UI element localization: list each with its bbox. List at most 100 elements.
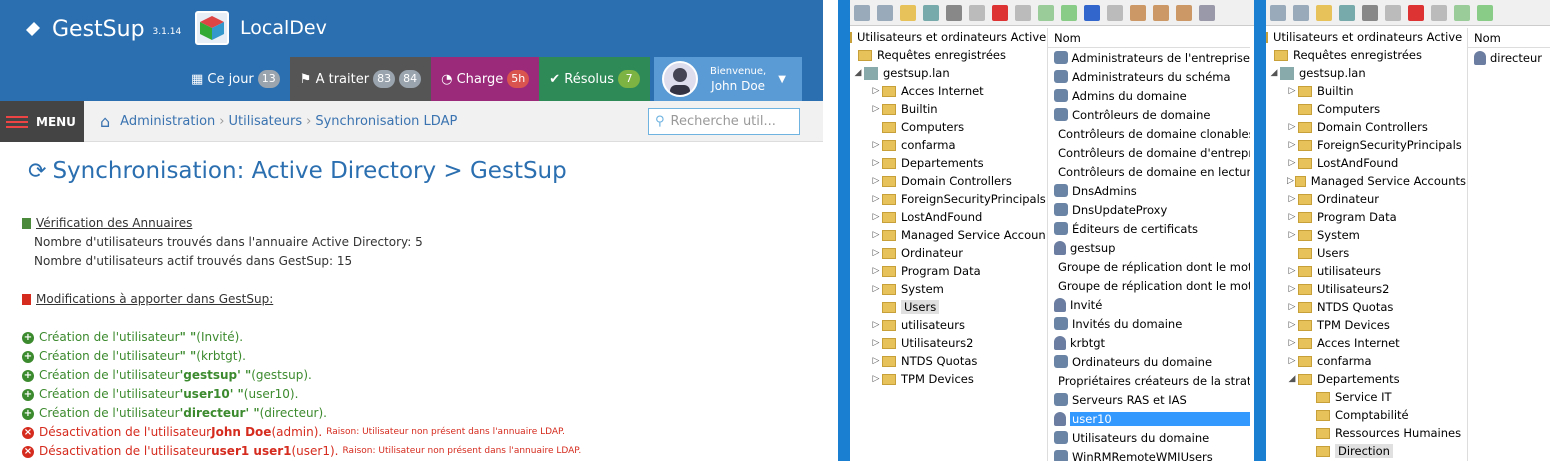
expand-arrow-icon[interactable]: ▷ [1286,122,1298,132]
expand-arrow-icon[interactable]: ▷ [1286,194,1298,204]
brand[interactable]: GestSup 3.1.14 [22,14,181,44]
tree-item-domain[interactable]: ◢ gestsup.lan [850,64,1046,82]
tree-item[interactable]: ▷ Managed Service Accoun [850,226,1046,244]
folder-up-icon[interactable] [900,4,916,21]
list-item[interactable]: Groupe de réplication dont le mot [1048,276,1250,295]
tree-item[interactable]: Ressources Humaines [1266,424,1466,442]
tree-item[interactable]: ▷ ForeignSecurityPrincipals [1266,136,1466,154]
expand-arrow-icon[interactable]: ▷ [870,176,882,186]
crumb-administration[interactable]: Administration [120,114,215,129]
tree-item[interactable]: ▷ Managed Service Accounts [1266,172,1466,190]
expand-arrow-icon[interactable]: ▷ [1286,266,1298,276]
list-item[interactable]: Propriétaires créateurs de la straté [1048,371,1250,390]
tree-item[interactable]: ▷ Builtin [1266,82,1466,100]
list-item[interactable]: gestsup [1048,238,1250,257]
tree-item[interactable]: ▷ ForeignSecurityPrincipals [850,190,1046,208]
new-group-icon[interactable] [1153,4,1169,21]
list-item[interactable]: Contrôleurs de domaine d'entrepr [1048,143,1250,162]
list-item[interactable]: Utilisateurs du domaine [1048,428,1250,447]
list-item[interactable]: directeur [1468,48,1550,67]
tab-resolus[interactable]: ✔ Résolus 7 [539,57,651,101]
delete-icon[interactable] [992,4,1008,21]
list-item[interactable]: Administrateurs du schéma [1048,67,1250,86]
list-item[interactable]: WinRMRemoteWMIUsers_ [1048,447,1250,461]
tree-item-saved-queries[interactable]: Requêtes enregistrées [1266,46,1466,64]
expand-arrow-icon[interactable]: ▷ [870,140,882,150]
properties-icon[interactable] [1015,4,1031,21]
tree-item[interactable]: Direction [1266,442,1466,460]
list-item[interactable]: Contrôleurs de domaine clonables [1048,124,1250,143]
cut-icon[interactable] [946,4,962,21]
tree-item[interactable]: ▷ Departements [850,154,1046,172]
crumb-sync-ldap[interactable]: Synchronisation LDAP [315,114,457,129]
tree-item[interactable]: ▷ System [1266,226,1466,244]
expand-arrow-icon[interactable]: ◢ [852,68,864,78]
tab-charge[interactable]: ◔ Charge 5h [431,57,540,101]
help-icon[interactable] [1084,4,1100,21]
cut-icon[interactable] [1362,4,1378,21]
list-item[interactable]: Contrôleurs de domaine [1048,105,1250,124]
tree-item[interactable]: ▷ TPM Devices [1266,316,1466,334]
expand-arrow-icon[interactable]: ▷ [1286,140,1298,150]
list-item[interactable]: user10 [1048,409,1250,428]
list-item[interactable]: krbtgt [1048,333,1250,352]
new-ou-icon[interactable] [1176,4,1192,21]
column-header-name[interactable]: Nom [1048,28,1250,48]
list-item[interactable]: Invités du domaine [1048,314,1250,333]
tree-item[interactable]: Computers [850,118,1046,136]
tree-item[interactable]: Computers [1266,100,1466,118]
tree-item[interactable]: ▷ NTDS Quotas [1266,298,1466,316]
expand-arrow-icon[interactable]: ▷ [1286,158,1298,168]
menu-toggle-button[interactable]: MENU [0,101,84,142]
collapse-arrow-icon[interactable]: ◢ [1286,374,1298,384]
back-icon[interactable] [1270,4,1286,21]
expand-arrow-icon[interactable]: ▷ [870,266,882,276]
user-menu[interactable]: Bienvenue, John Doe ▼ [654,57,802,101]
crumb-utilisateurs[interactable]: Utilisateurs [229,114,303,129]
expand-arrow-icon[interactable]: ▷ [1286,284,1298,294]
tree-item[interactable]: Users [1266,244,1466,262]
list-item[interactable]: Éditeurs de certificats [1048,219,1250,238]
refresh-icon[interactable] [1454,4,1470,21]
expand-arrow-icon[interactable]: ▷ [1286,212,1298,222]
tab-ce-jour[interactable]: ▦ Ce jour 13 [181,57,290,101]
list-item[interactable]: Admins du domaine [1048,86,1250,105]
list-item[interactable]: Invité [1048,295,1250,314]
export-icon[interactable] [1477,4,1493,21]
expand-arrow-icon[interactable]: ▷ [1286,86,1298,96]
export-icon[interactable] [1061,4,1077,21]
tree-item[interactable]: ▷ confarma [850,136,1046,154]
expand-arrow-icon[interactable]: ▷ [870,194,882,204]
expand-arrow-icon[interactable]: ▷ [870,320,882,330]
expand-arrow-icon[interactable]: ▷ [870,248,882,258]
list-item[interactable]: Administrateurs de l'entreprise [1048,48,1250,67]
tree-item-saved-queries[interactable]: Requêtes enregistrées [850,46,1046,64]
expand-arrow-icon[interactable]: ▷ [870,86,882,96]
tree-item[interactable]: ▷ NTDS Quotas [850,352,1046,370]
folder-up-icon[interactable] [1316,4,1332,21]
refresh-icon[interactable] [1038,4,1054,21]
tree-item[interactable]: ▷ Utilisateurs2 [850,334,1046,352]
expand-arrow-icon[interactable]: ◢ [1268,68,1280,78]
list-item[interactable]: Contrôleurs de domaine en lectur [1048,162,1250,181]
tree-item[interactable]: ▷ utilisateurs [1266,262,1466,280]
expand-arrow-icon[interactable]: ▷ [870,374,882,384]
tree-item[interactable]: ▷ Program Data [1266,208,1466,226]
expand-arrow-icon[interactable]: ▷ [870,158,882,168]
tree-item[interactable]: ▷ Acces Internet [1266,334,1466,352]
tree-item[interactable]: ▷ Program Data [850,262,1046,280]
tree-root[interactable]: Utilisateurs et ordinateurs Active [850,28,1046,46]
forward-icon[interactable] [1293,4,1309,21]
tree-item-domain[interactable]: ◢ gestsup.lan [1266,64,1466,82]
copy-icon[interactable] [1385,4,1401,21]
expand-arrow-icon[interactable]: ▷ [870,230,882,240]
tree-item[interactable]: ▷ Domain Controllers [850,172,1046,190]
list-item[interactable]: Ordinateurs du domaine [1048,352,1250,371]
view-icon[interactable] [1107,4,1123,21]
forward-icon[interactable] [877,4,893,21]
tree-item[interactable]: ▷ Builtin [850,100,1046,118]
tree-root[interactable]: Utilisateurs et ordinateurs Active Dir [1266,28,1466,46]
properties-icon[interactable] [1431,4,1447,21]
expand-arrow-icon[interactable]: ▷ [870,212,882,222]
new-user-icon[interactable] [1130,4,1146,21]
